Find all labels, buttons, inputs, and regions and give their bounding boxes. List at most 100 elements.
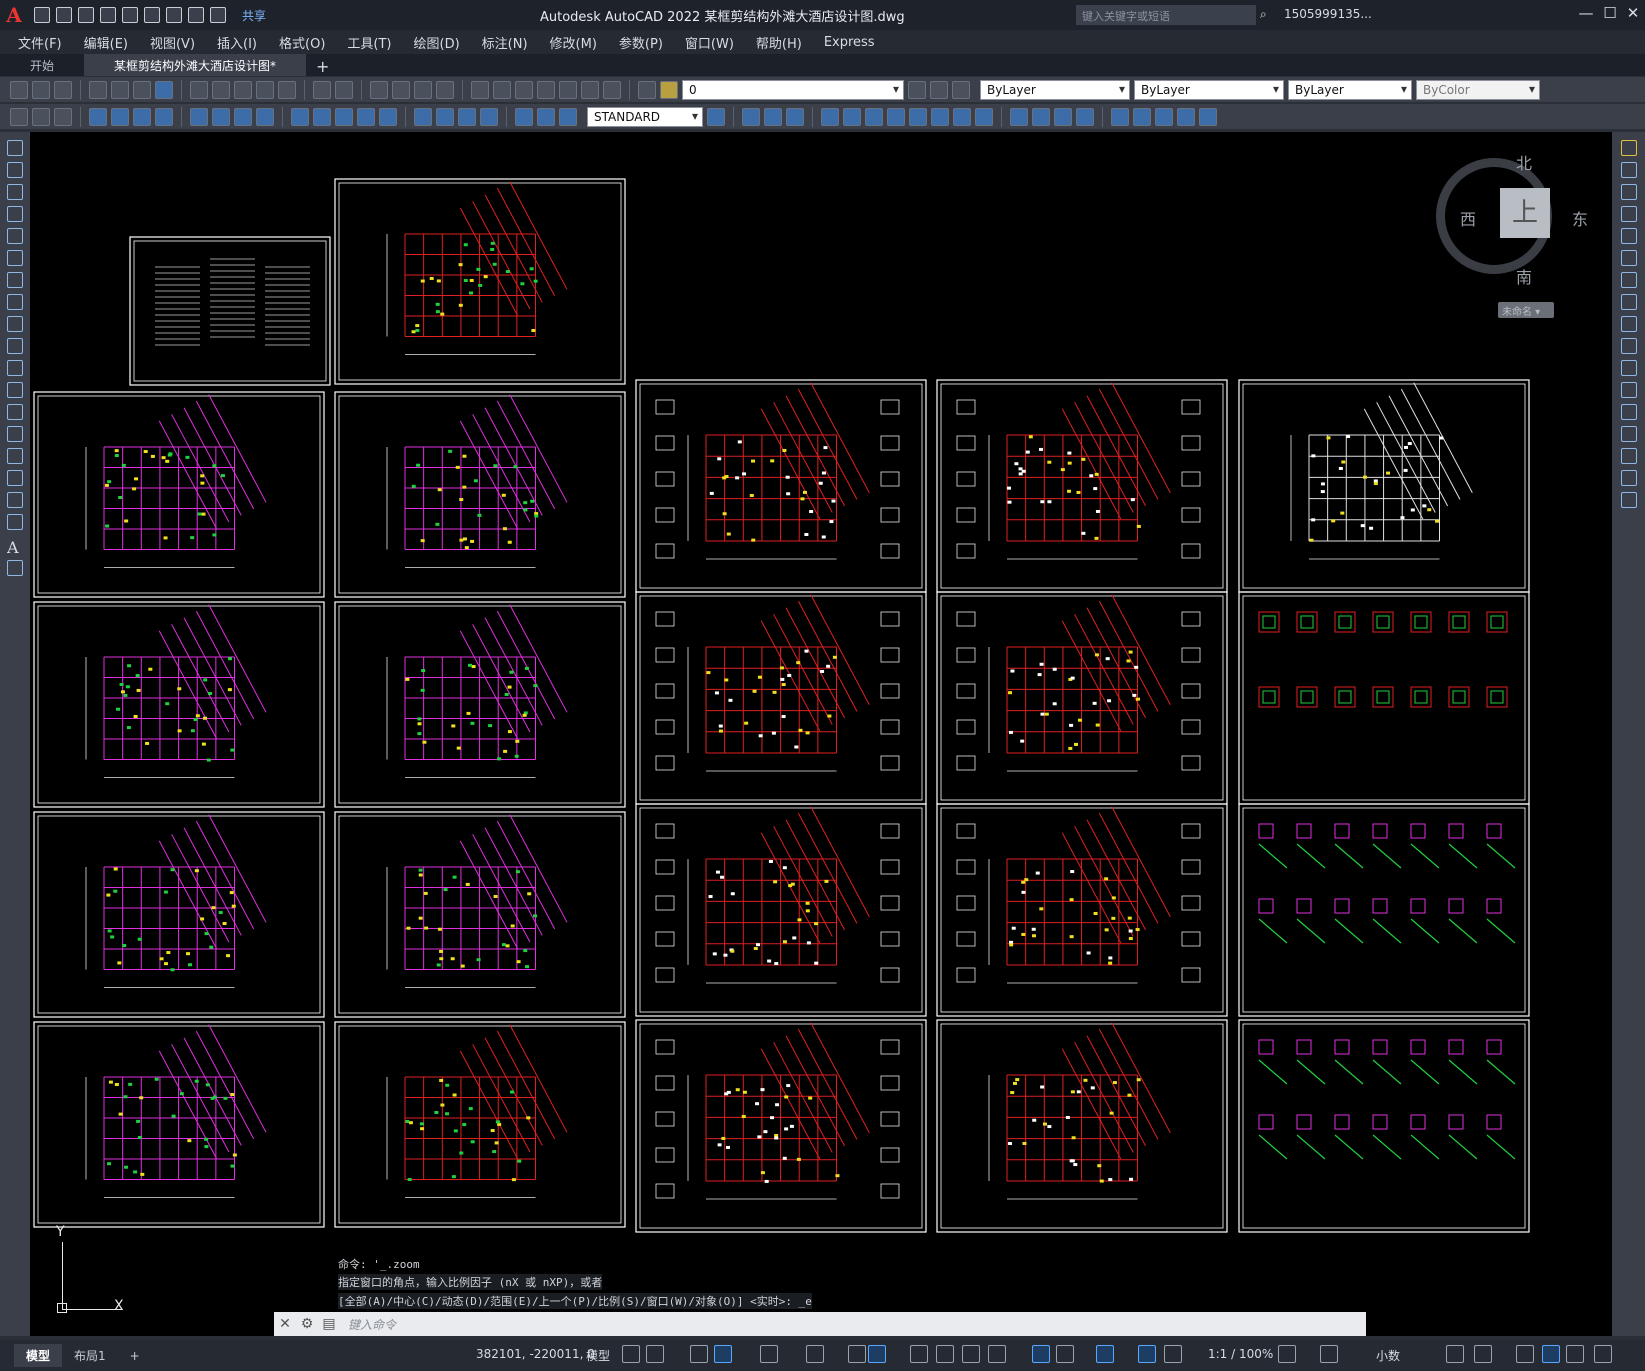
- selection-cycling-icon[interactable]: [962, 1345, 980, 1363]
- layer-properties-icon[interactable]: [638, 80, 656, 99]
- new-icon[interactable]: [34, 7, 50, 23]
- viewcube-north[interactable]: 北: [1516, 150, 1532, 174]
- revolve-icon[interactable]: [887, 107, 905, 126]
- menu-tools[interactable]: 工具(T): [347, 33, 391, 52]
- transparency-icon[interactable]: [936, 1345, 954, 1363]
- 3d-dwf-icon[interactable]: [155, 80, 173, 99]
- dynamic-ucs-icon[interactable]: [1032, 1345, 1050, 1363]
- chamfer-icon[interactable]: [1621, 448, 1637, 464]
- center-mark-icon[interactable]: [436, 107, 454, 126]
- layer-previous-icon[interactable]: [930, 80, 948, 99]
- array-icon[interactable]: [1621, 228, 1637, 244]
- menu-file[interactable]: 文件(F): [18, 33, 62, 52]
- command-input[interactable]: 键入命令: [340, 1316, 396, 1333]
- polygon-icon[interactable]: [7, 206, 23, 222]
- save-icon[interactable]: [78, 7, 94, 23]
- dimension-style-icon[interactable]: [707, 107, 725, 126]
- quick-properties-icon[interactable]: [1446, 1345, 1464, 1363]
- arc-icon[interactable]: [7, 250, 23, 266]
- match-properties-icon[interactable]: [256, 80, 274, 99]
- markup-icon[interactable]: [559, 80, 577, 99]
- break-icon[interactable]: [1621, 404, 1637, 420]
- grid-icon[interactable]: [622, 1345, 640, 1363]
- autocad-logo-icon[interactable]: A: [0, 3, 28, 27]
- diameter-dimension-icon[interactable]: [234, 107, 252, 126]
- open-icon[interactable]: [56, 7, 72, 23]
- sheet-set-icon[interactable]: [537, 80, 555, 99]
- intersect-icon[interactable]: [975, 107, 993, 126]
- add-selected-icon[interactable]: [7, 560, 23, 576]
- properties-icon[interactable]: [471, 80, 489, 99]
- menu-express[interactable]: Express: [824, 35, 875, 50]
- visual-style-conceptual-icon[interactable]: [1076, 107, 1094, 126]
- undo-icon[interactable]: [188, 7, 204, 23]
- quick-dimension-icon[interactable]: [291, 107, 309, 126]
- plot-icon[interactable]: [89, 80, 107, 99]
- polyline-icon[interactable]: [7, 184, 23, 200]
- lock-ui-icon[interactable]: [1474, 1345, 1492, 1363]
- extend-icon[interactable]: [1621, 360, 1637, 376]
- auto-scale-icon[interactable]: [1164, 1345, 1182, 1363]
- dimension-space-icon[interactable]: [357, 107, 375, 126]
- ucs-object-icon[interactable]: [1199, 107, 1217, 126]
- ellipse-icon[interactable]: [7, 338, 23, 354]
- menu-edit[interactable]: 编辑(E): [84, 33, 128, 52]
- open-icon[interactable]: [32, 80, 50, 99]
- layer-state-icon[interactable]: [952, 80, 970, 99]
- table-icon[interactable]: [7, 514, 23, 530]
- calculator-icon[interactable]: [581, 80, 599, 99]
- gizmo-icon[interactable]: [1096, 1345, 1114, 1363]
- user-account[interactable]: 1505999135...: [1284, 7, 1372, 21]
- block-editor-icon[interactable]: [278, 80, 296, 99]
- subtract-icon[interactable]: [953, 107, 971, 126]
- scale-icon[interactable]: [1621, 294, 1637, 310]
- break-at-point-icon[interactable]: [1621, 382, 1637, 398]
- layer-on-icon[interactable]: [660, 80, 678, 99]
- tab-start[interactable]: 开始: [0, 54, 84, 76]
- tab-drawing[interactable]: 某框剪结构外滩大酒店设计图*: [84, 54, 307, 76]
- lineweight-dropdown[interactable]: ByLayer: [1288, 79, 1412, 100]
- annotation-scale[interactable]: 1:1 / 100%: [1208, 1347, 1273, 1361]
- continue-dimension-icon[interactable]: [335, 107, 353, 126]
- trim-icon[interactable]: [1621, 338, 1637, 354]
- linear-dimension-icon[interactable]: [89, 107, 107, 126]
- jogged-dimension-icon[interactable]: [212, 107, 230, 126]
- radius-dimension-icon[interactable]: [190, 107, 208, 126]
- visual-style-wireframe-icon[interactable]: [1010, 107, 1028, 126]
- box-icon[interactable]: [742, 107, 760, 126]
- isometric-icon[interactable]: [848, 1345, 866, 1363]
- minimize-button[interactable]: —: [1575, 4, 1597, 26]
- rectangle-icon[interactable]: [7, 228, 23, 244]
- menu-view[interactable]: 视图(V): [150, 33, 195, 52]
- menu-window[interactable]: 窗口(W): [685, 33, 734, 52]
- dynamic-input-icon[interactable]: [714, 1345, 732, 1363]
- close-command-icon[interactable]: ✕: [274, 1313, 296, 1335]
- plot-preview-icon[interactable]: [111, 80, 129, 99]
- new-icon[interactable]: [10, 80, 28, 99]
- drawing-canvas[interactable]: [30, 132, 1612, 1336]
- paste-icon[interactable]: [234, 80, 252, 99]
- line-icon[interactable]: [7, 140, 23, 156]
- wedge-icon[interactable]: [764, 107, 782, 126]
- make-block-icon[interactable]: [7, 404, 23, 420]
- stretch-icon[interactable]: [1621, 316, 1637, 332]
- tab-model[interactable]: 模型: [14, 1344, 63, 1367]
- zoom-realtime-icon[interactable]: [392, 80, 410, 99]
- presspull-icon[interactable]: [843, 107, 861, 126]
- infer-constraints-icon[interactable]: [690, 1345, 708, 1363]
- table-icon[interactable]: [32, 107, 50, 126]
- design-center-icon[interactable]: [493, 80, 511, 99]
- ordinate-dimension-icon[interactable]: [155, 107, 173, 126]
- linetype-dropdown[interactable]: ByLayer: [1134, 79, 1284, 100]
- fillet-icon[interactable]: [1621, 470, 1637, 486]
- cut-icon[interactable]: [190, 80, 208, 99]
- visual-style-hidden-icon[interactable]: [1032, 107, 1050, 126]
- gradient-icon[interactable]: [7, 470, 23, 486]
- copy-icon[interactable]: [212, 80, 230, 99]
- inspection-icon[interactable]: [458, 107, 476, 126]
- plot-icon[interactable]: [166, 7, 182, 23]
- layer-dropdown[interactable]: 0: [682, 79, 904, 100]
- menu-format[interactable]: 格式(O): [279, 33, 325, 52]
- menu-dimension[interactable]: 标注(N): [482, 33, 528, 52]
- sweep-icon[interactable]: [865, 107, 883, 126]
